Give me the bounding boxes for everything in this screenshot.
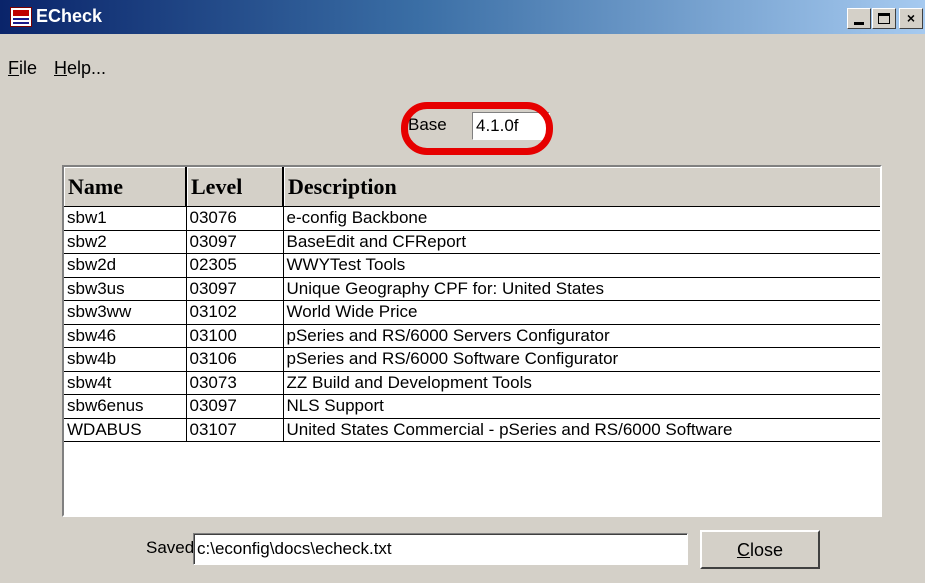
cell-name: sbw6enus (64, 394, 187, 419)
column-header-name[interactable]: Name (64, 167, 187, 207)
cell-name: sbw2d (64, 253, 187, 278)
table-row[interactable]: sbw2d 02305 WWYTest Tools (64, 253, 880, 278)
cell-description: ZZ Build and Development Tools (283, 371, 880, 395)
cell-name: WDABUS (64, 418, 187, 442)
cell-name: sbw3us (64, 277, 187, 301)
table-header-row: Name Level Description (64, 167, 880, 207)
cell-level: 03107 (186, 418, 284, 442)
cell-description: NLS Support (283, 394, 880, 419)
menu-help[interactable]: Help... (54, 58, 106, 79)
cell-description: pSeries and RS/6000 Servers Configurator (283, 324, 880, 348)
table-row[interactable]: sbw2 03097 BaseEdit and CFReport (64, 230, 880, 254)
table-row[interactable]: sbw46 03100 pSeries and RS/6000 Servers … (64, 324, 880, 348)
cell-description: Unique Geography CPF for: United States (283, 277, 880, 301)
cell-description: WWYTest Tools (283, 253, 880, 278)
cell-name: sbw4t (64, 371, 187, 395)
table-row[interactable]: WDABUS 03107 United States Commercial - … (64, 418, 880, 442)
app-icon-lines (13, 18, 29, 20)
cell-description: United States Commercial - pSeries and R… (283, 418, 880, 442)
table-row[interactable]: sbw4b 03106 pSeries and RS/6000 Software… (64, 347, 880, 372)
table-row[interactable]: sbw4t 03073 ZZ Build and Development Too… (64, 371, 880, 395)
app-icon[interactable] (10, 7, 32, 27)
table-row[interactable]: sbw3us 03097 Unique Geography CPF for: U… (64, 277, 880, 301)
cell-description: e-config Backbone (283, 206, 880, 231)
maximize-button[interactable] (872, 8, 896, 29)
table-row[interactable]: sbw1 03076 e-config Backbone (64, 206, 880, 231)
minimize-button[interactable] (847, 8, 871, 29)
menu-help-label: elp... (67, 58, 107, 78)
menu-help-mnemonic: H (54, 58, 67, 78)
close-button-mnemonic: C (736, 539, 750, 560)
cell-level: 03106 (186, 347, 284, 372)
cell-level: 03100 (186, 324, 284, 348)
cell-name: sbw2 (64, 230, 187, 254)
table-row[interactable]: sbw6enus 03097 NLS Support (64, 394, 880, 419)
cell-description: World Wide Price (283, 300, 880, 325)
close-window-button[interactable]: × (899, 8, 923, 29)
cell-level: 03073 (186, 371, 284, 395)
column-header-level[interactable]: Level (186, 167, 284, 207)
cell-name: sbw4b (64, 347, 187, 372)
cell-description: pSeries and RS/6000 Software Configurato… (283, 347, 880, 372)
saved-label: Saved (146, 538, 195, 557)
close-button-label: lose (749, 539, 784, 560)
minimize-icon (854, 22, 864, 25)
menu-file-label: ile (19, 58, 38, 78)
cell-name: sbw46 (64, 324, 187, 348)
menu-file[interactable]: File (8, 58, 37, 79)
base-input[interactable]: 4.1.0f (472, 112, 550, 140)
cell-level: 03097 (186, 277, 284, 301)
app-icon-mark (13, 10, 29, 16)
table-row[interactable]: sbw3ww 03102 World Wide Price (64, 300, 880, 325)
base-label: Base (408, 115, 447, 134)
title-bar[interactable]: ECheck × (0, 0, 925, 34)
close-icon: × (906, 10, 916, 26)
cell-level: 02305 (186, 253, 284, 278)
cell-level: 03076 (186, 206, 284, 231)
menu-file-mnemonic: F (8, 58, 19, 78)
cell-level: 03097 (186, 230, 284, 254)
cell-description: BaseEdit and CFReport (283, 230, 880, 254)
saved-path-field[interactable]: c:\econfig\docs\echeck.txt (193, 533, 688, 565)
close-button[interactable]: Close (700, 530, 820, 569)
cell-level: 03102 (186, 300, 284, 325)
components-table[interactable]: Name Level Description sbw1 03076 e-conf… (62, 165, 882, 517)
window-title: ECheck (36, 6, 103, 26)
cell-level: 03097 (186, 394, 284, 419)
column-header-description[interactable]: Description (283, 167, 880, 207)
cell-name: sbw3ww (64, 300, 187, 325)
cell-name: sbw1 (64, 206, 187, 231)
maximize-icon (878, 13, 890, 24)
